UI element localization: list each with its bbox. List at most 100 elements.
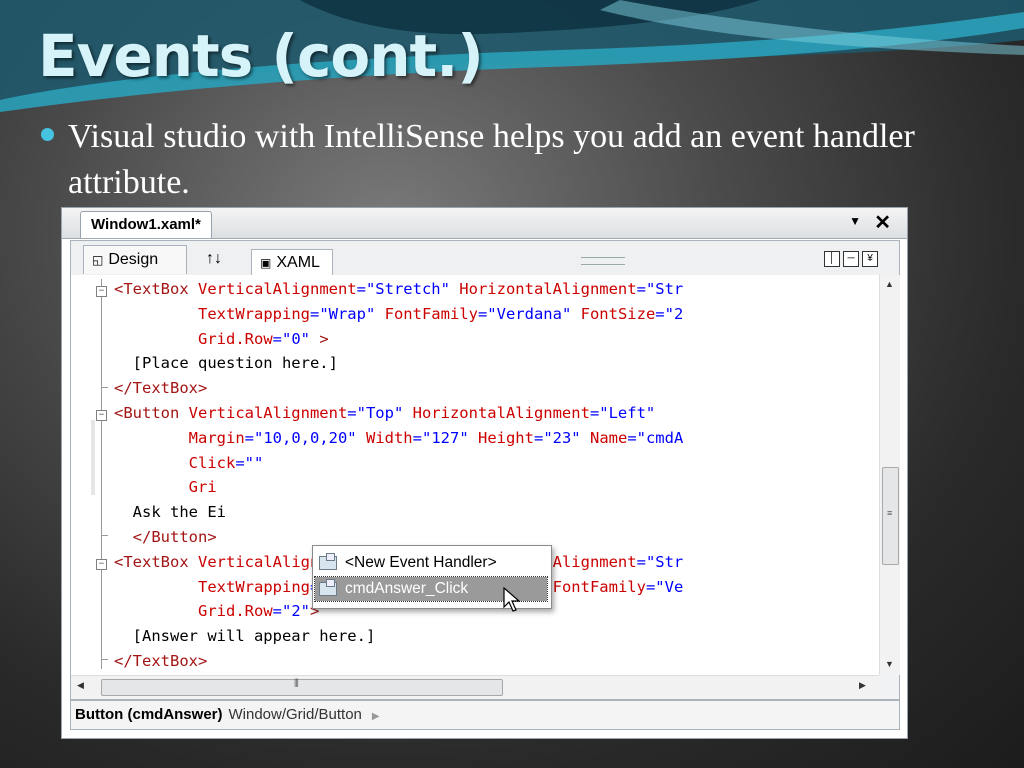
event-handler-icon (319, 552, 337, 570)
code-token: Width (365, 428, 413, 447)
xaml-code-area[interactable]: − − − <TextBox VerticalAlignment="Stretc… (71, 275, 879, 675)
tab-xaml-label: XAML (276, 254, 320, 271)
code-token: <TextBox (114, 552, 198, 571)
change-margin (91, 420, 95, 495)
vertical-scrollbar[interactable]: ▲ ≡ ▼ (879, 275, 900, 675)
code-token: FontFamily (552, 577, 646, 596)
close-icon[interactable]: ✕ (874, 210, 891, 235)
code-token: TextWrapping (198, 304, 310, 323)
code-token: ="10,0,0,20" (244, 428, 366, 447)
code-line: [Place question here.] (114, 351, 338, 376)
collapse-icon[interactable]: − (96, 410, 107, 421)
tab-window1-xaml[interactable]: Window1.xaml* (80, 211, 212, 238)
code-token: [Answer will appear here.] (114, 627, 376, 646)
code-token: ="23" (533, 428, 590, 447)
breadcrumb: Button (cmdAnswer) Window/Grid/Button ▶ (70, 700, 900, 730)
collapse-pane-icon[interactable]: ¥ (862, 251, 878, 267)
grip-icon: ≡ (887, 508, 893, 518)
code-line: [Answer will appear here.] (114, 624, 376, 649)
code-token: </Button> (132, 528, 217, 546)
code-token: Name (589, 428, 628, 447)
code-line: Gri (114, 475, 217, 500)
code-token: VerticalAlignment (198, 280, 357, 298)
vertical-scroll-thumb[interactable]: ≡ (882, 467, 899, 565)
chevron-right-icon[interactable]: ▶ (372, 711, 380, 722)
code-token: ="" (235, 453, 264, 472)
event-handler-icon (319, 578, 337, 596)
code-line: Click="" (114, 451, 264, 476)
code-token: </TextBox> (114, 652, 208, 670)
code-line: TextWrapping="Wrap" FontFamily="Verdana"… (114, 302, 683, 327)
code-line: Grid.Row="2"> (114, 599, 319, 624)
collapse-icon[interactable]: − (96, 286, 107, 297)
document-tab-bar: Window1.xaml* ▼ ✕ (62, 208, 907, 239)
pane-splitter-grip[interactable] (581, 257, 625, 265)
tab-xaml[interactable]: ▣ XAML (251, 249, 333, 276)
xaml-editor-screenshot: Window1.xaml* ▼ ✕ ◱ Design ↑↓ ▣ XAML │ ─ ¥… (61, 207, 908, 739)
code-token: ="Top" (347, 404, 413, 422)
scroll-left-icon[interactable]: ◀ (77, 680, 84, 691)
code-token: FontSize (580, 304, 656, 323)
xaml-view-icon: ▣ (260, 256, 272, 270)
tab-design[interactable]: ◱ Design (83, 245, 188, 274)
code-token: Grid.Row (198, 602, 273, 621)
code-token: ="Stretch" (356, 280, 460, 298)
code-line: Ask the Ei (114, 500, 226, 525)
outline-end (102, 387, 108, 388)
swap-panes-button[interactable]: ↑↓ (199, 245, 229, 273)
code-token: ="2" (272, 602, 310, 621)
breadcrumb-path[interactable]: Window/Grid/Button (229, 706, 362, 723)
bullet-text: Visual studio with IntelliSense helps yo… (68, 118, 915, 201)
tab-design-label: Design (108, 251, 159, 268)
code-token: HorizontalAlignment (412, 404, 590, 422)
horizontal-scroll-thumb[interactable]: ⦀ (101, 678, 503, 696)
code-token: ="Ve (645, 577, 684, 596)
dropdown-arrow-icon[interactable]: ▼ (849, 214, 861, 228)
intellisense-item-label: cmdAnswer_Click (345, 580, 469, 597)
code-line: Grid.Row="0" > (114, 327, 329, 352)
grip-icon: ⦀ (294, 678, 299, 690)
code-token: Ask the Ei (114, 503, 226, 522)
scroll-down-icon[interactable]: ▼ (885, 659, 894, 669)
code-token: FontFamily (384, 304, 478, 323)
code-token: VerticalAlignment (188, 404, 348, 422)
scroll-up-icon[interactable]: ▲ (885, 279, 894, 289)
view-tab-bar: ◱ Design ↑↓ ▣ XAML │ ─ ¥ (71, 241, 899, 276)
vertical-split-icon[interactable]: │ (824, 251, 840, 267)
code-token: Margin (188, 428, 245, 447)
code-line: </TextBox> (114, 376, 207, 401)
code-token: Grid.Row (198, 329, 273, 348)
code-token: ="Left" (589, 404, 656, 422)
code-token: [Place question here.] (114, 354, 338, 373)
code-line: </Button> (114, 525, 217, 550)
code-line: </TextBox> (114, 649, 207, 674)
code-token: ="cmdA (627, 428, 684, 447)
code-token: Click (188, 453, 236, 472)
code-token: HorizontalAlignment (459, 280, 637, 298)
code-token: ="Str (636, 280, 684, 298)
code-token: </TextBox> (114, 379, 208, 398)
outline-end (102, 535, 108, 536)
horizontal-split-icon[interactable]: ─ (843, 251, 859, 267)
code-line: <Button VerticalAlignment="Top" Horizont… (114, 401, 655, 426)
code-token: ="Str (636, 552, 684, 571)
code-token: > (319, 329, 329, 348)
slide-title: Events (cont.) (38, 22, 484, 90)
intellisense-item-label: <New Event Handler> (345, 554, 497, 571)
collapse-icon[interactable]: − (96, 559, 107, 570)
code-token: <TextBox (114, 280, 198, 298)
code-token: ="Wrap" (309, 304, 385, 323)
mouse-pointer-icon (503, 587, 521, 612)
scroll-right-icon[interactable]: ▶ (859, 680, 866, 691)
breadcrumb-element[interactable]: Button (cmdAnswer) (75, 706, 223, 723)
intellisense-item-new-handler[interactable]: <New Event Handler> (315, 551, 547, 575)
horizontal-scrollbar[interactable]: ◀ ⦀ ▶ (71, 675, 879, 698)
design-view-icon: ◱ (92, 253, 104, 267)
